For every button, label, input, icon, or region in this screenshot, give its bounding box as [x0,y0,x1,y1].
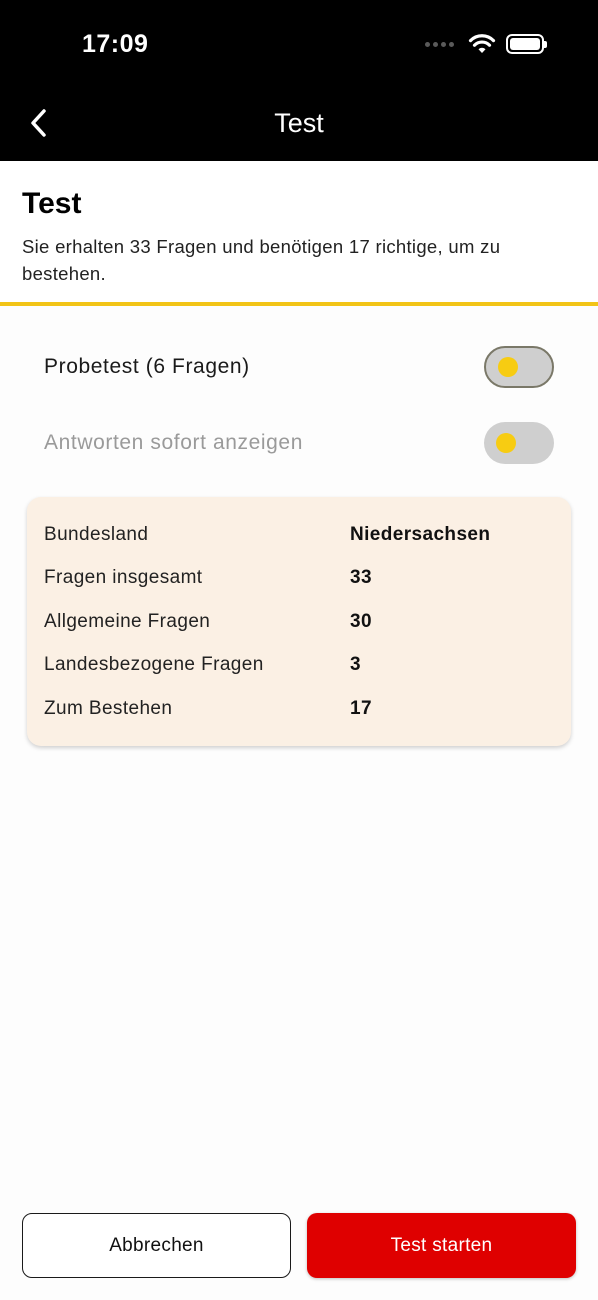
wifi-icon [468,34,496,53]
nav-bar: Test [0,84,598,161]
toggle-knob [498,357,518,377]
cellular-signal-icon [425,41,454,47]
show-answers-row: Antworten sofort anzeigen [44,418,554,468]
info-label: Bundesland [44,524,149,545]
info-label: Landesbezogene Fragen [44,654,264,675]
probetest-label: Probetest (6 Fragen) [44,355,250,378]
probetest-toggle[interactable] [484,346,554,388]
status-bar: 17:09 [0,0,598,84]
info-row-total-questions: Fragen insgesamt 33 [44,563,554,593]
info-value: 30 [350,611,372,632]
info-row-state-questions: Landesbezogene Fragen 3 [44,650,554,680]
page-title: Test [22,187,82,220]
info-value: 33 [350,567,372,588]
info-value: 17 [350,698,372,719]
cancel-button[interactable]: Abbrechen [22,1213,291,1278]
info-value: 3 [350,654,361,675]
show-answers-label: Antworten sofort anzeigen [44,431,303,454]
info-label: Allgemeine Fragen [44,611,211,632]
info-label: Fragen insgesamt [44,567,203,588]
info-row-pass-threshold: Zum Bestehen 17 [44,694,554,724]
toggle-knob [496,433,516,453]
probetest-row: Probetest (6 Fragen) [44,342,554,392]
battery-icon [506,34,547,54]
test-info-card: Bundesland Niedersachsen Fragen insgesam… [27,497,571,746]
show-answers-toggle[interactable] [484,422,554,464]
test-description: Sie erhalten 33 Fragen und benötigen 17 … [22,236,501,284]
system-icons [425,32,547,56]
start-test-button[interactable]: Test starten [307,1213,576,1278]
test-header: Test Sie erhalten 33 Fragen und benötige… [0,161,598,306]
status-time: 17:09 [82,30,149,58]
nav-title: Test [274,108,324,138]
info-row-bundesland: Bundesland Niedersachsen [44,520,554,550]
info-label: Zum Bestehen [44,698,173,719]
info-value: Niedersachsen [350,524,491,545]
info-row-general-questions: Allgemeine Fragen 30 [44,607,554,637]
